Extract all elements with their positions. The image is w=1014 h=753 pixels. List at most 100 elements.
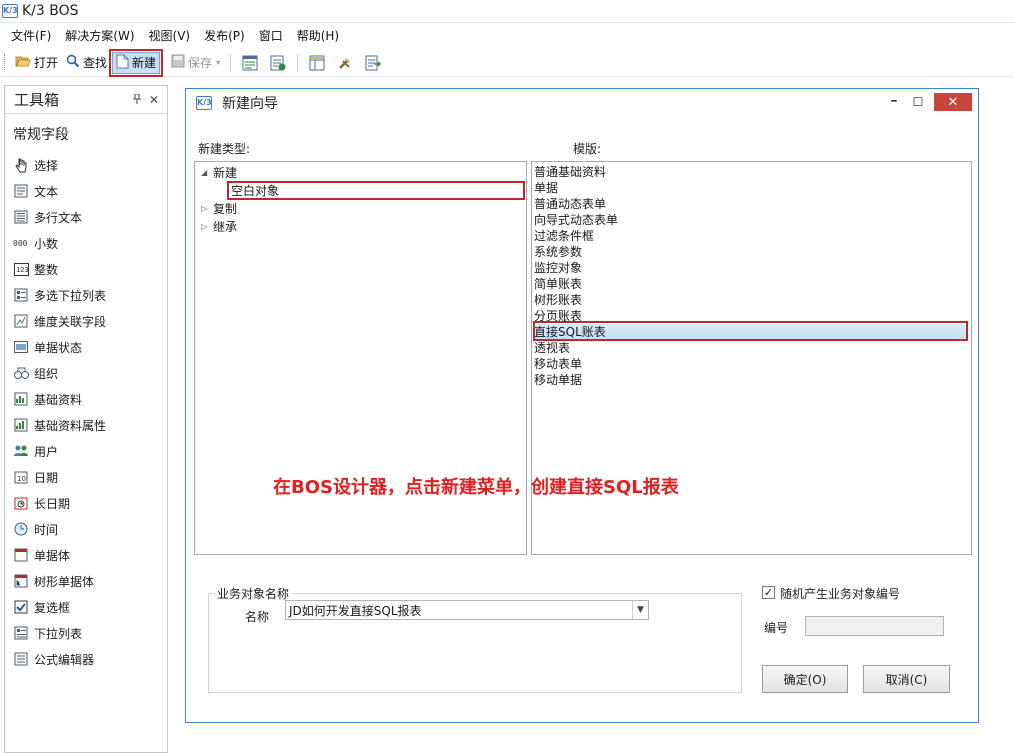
tree-node-copy[interactable]: ▷ 复制: [201, 200, 237, 216]
tool-item-multiline-text[interactable]: 多行文本: [5, 204, 167, 230]
toolbar-separator: [297, 53, 299, 72]
ok-button[interactable]: 确定(O): [762, 665, 848, 693]
menu-help[interactable]: 帮助(H): [290, 27, 346, 44]
template-item[interactable]: 移动单据: [534, 372, 582, 388]
tool-item-basedata-prop[interactable]: 基础资料属性: [5, 412, 167, 438]
form-info-icon[interactable]: [268, 53, 288, 73]
tool-item-decimal[interactable]: 000 小数: [5, 230, 167, 256]
template-item[interactable]: 普通基础资料: [534, 164, 606, 180]
toolbox-close-icon[interactable]: ✕: [149, 93, 159, 107]
random-number-label: 随机产生业务对象编号: [780, 587, 901, 601]
tool-item-label: 用户: [34, 444, 59, 459]
tool-item-time[interactable]: 时间: [5, 516, 167, 542]
number-field[interactable]: [805, 616, 944, 636]
maximize-icon[interactable]: ☐: [906, 93, 930, 111]
tool-item-entry[interactable]: 单据体: [5, 542, 167, 568]
template-item[interactable]: 向导式动态表单: [534, 212, 618, 228]
chevron-down-icon[interactable]: ▼: [632, 601, 648, 619]
new-document-icon: [116, 54, 129, 72]
tools-icon[interactable]: [335, 53, 355, 73]
menu-view[interactable]: 视图(V): [142, 27, 198, 44]
tool-item-label: 维度关联字段: [34, 314, 107, 329]
tool-item-tree-entry[interactable]: 树形单据体: [5, 568, 167, 594]
tool-item-multi-select[interactable]: 多选下拉列表: [5, 282, 167, 308]
template-item[interactable]: 监控对象: [534, 260, 582, 276]
tool-item-longdate[interactable]: 长日期: [5, 490, 167, 516]
new-button[interactable]: 新建: [109, 48, 164, 77]
menu-publish[interactable]: 发布(P): [197, 27, 252, 44]
template-item[interactable]: 过滤条件框: [534, 228, 594, 244]
collapse-arrow-icon[interactable]: ▷: [201, 222, 213, 231]
template-item[interactable]: 简单账表: [534, 276, 582, 292]
save-icon: [171, 54, 185, 71]
tool-item-dimension[interactable]: 维度关联字段: [5, 308, 167, 334]
dialog-close-button[interactable]: ✕: [934, 93, 972, 111]
toolbox-title: 工具箱: [14, 91, 60, 109]
tool-item-text[interactable]: 文本: [5, 178, 167, 204]
tool-item-formula[interactable]: 公式编辑器: [5, 646, 167, 672]
multi-select-icon: [13, 287, 29, 303]
tool-item-org[interactable]: 组织: [5, 360, 167, 386]
tree-node-inherit[interactable]: ▷ 继承: [201, 218, 237, 234]
tool-item-status[interactable]: 单据状态: [5, 334, 167, 360]
collapse-arrow-icon[interactable]: ▷: [201, 204, 213, 213]
save-dropdown-icon[interactable]: ▾: [216, 58, 220, 67]
template-item[interactable]: 系统参数: [534, 244, 582, 260]
checkbox-icon: [13, 599, 29, 615]
tool-item-label: 多选下拉列表: [34, 288, 107, 303]
template-item[interactable]: 透视表: [534, 340, 570, 356]
template-item[interactable]: 树形账表: [534, 292, 582, 308]
search-icon: [66, 54, 80, 71]
menu-window[interactable]: 窗口: [252, 27, 290, 44]
dialog-title: 新建向导: [222, 96, 278, 112]
form-list-icon[interactable]: [240, 53, 260, 73]
minimize-icon[interactable]: ━: [882, 93, 906, 111]
dialog-title-bar[interactable]: K/3 新建向导 ━ ☐ ✕: [186, 89, 978, 117]
template-item[interactable]: 普通动态表单: [534, 196, 606, 212]
tool-item-label: 树形单据体: [34, 574, 95, 589]
integer-icon: 123: [13, 261, 29, 277]
save-label: 保存: [188, 56, 213, 70]
pin-icon[interactable]: [132, 93, 141, 107]
cancel-button[interactable]: 取消(C): [863, 665, 950, 693]
tool-item-checkbox[interactable]: 复选框: [5, 594, 167, 620]
find-label: 查找: [83, 56, 108, 70]
find-button[interactable]: 查找: [63, 52, 110, 74]
save-button[interactable]: 保存 ▾: [168, 52, 223, 74]
tool-item-user[interactable]: 用户: [5, 438, 167, 464]
svg-text:000: 000: [13, 239, 28, 248]
highlight-box-blank-object: [227, 181, 525, 200]
number-label: 编号: [764, 621, 789, 635]
template-item[interactable]: 单据: [534, 180, 558, 196]
random-number-checkbox[interactable]: ✓: [762, 586, 775, 599]
longdate-icon: [13, 495, 29, 511]
template-item[interactable]: 移动表单: [534, 356, 582, 372]
toolbox-panel: 工具箱 ✕ 常规字段 选择 文本 多行文本 000 小数 123 整数 多选下拉列表…: [4, 85, 168, 753]
basedata-prop-icon: [13, 417, 29, 433]
tool-item-date[interactable]: 10 日期: [5, 464, 167, 490]
tool-item-label: 长日期: [34, 496, 71, 511]
expand-arrow-icon[interactable]: ◢: [201, 168, 213, 177]
menu-file[interactable]: 文件(F): [4, 27, 58, 44]
tool-item-label: 时间: [34, 522, 59, 537]
open-button[interactable]: 打开: [12, 52, 61, 74]
tool-item-label: 选择: [34, 158, 59, 173]
svg-text:10: 10: [17, 475, 26, 483]
tree-node-new[interactable]: ◢ 新建: [201, 164, 237, 180]
tool-item-dropdown[interactable]: 下拉列表: [5, 620, 167, 646]
group-title: 业务对象名称: [214, 585, 293, 602]
tool-item-select[interactable]: 选择: [5, 152, 167, 178]
tool-item-label: 整数: [34, 262, 59, 277]
tool-item-label: 小数: [34, 236, 59, 251]
basedata-icon: [13, 391, 29, 407]
tool-item-integer[interactable]: 123 整数: [5, 256, 167, 282]
tool-item-basedata[interactable]: 基础资料: [5, 386, 167, 412]
dialog-logo: K/3: [196, 96, 212, 110]
export-form-icon[interactable]: [363, 53, 383, 73]
form-grid-icon[interactable]: [307, 53, 327, 73]
svg-text:123: 123: [16, 266, 29, 274]
toolbar-grip[interactable]: [4, 53, 6, 72]
annotation-text: 在BOS设计器，点击新建菜单，创建直接SQL报表: [273, 477, 679, 498]
object-name-combo[interactable]: JD如何开发直接SQL报表 ▼: [285, 600, 649, 620]
menu-solution[interactable]: 解决方案(W): [58, 27, 141, 44]
